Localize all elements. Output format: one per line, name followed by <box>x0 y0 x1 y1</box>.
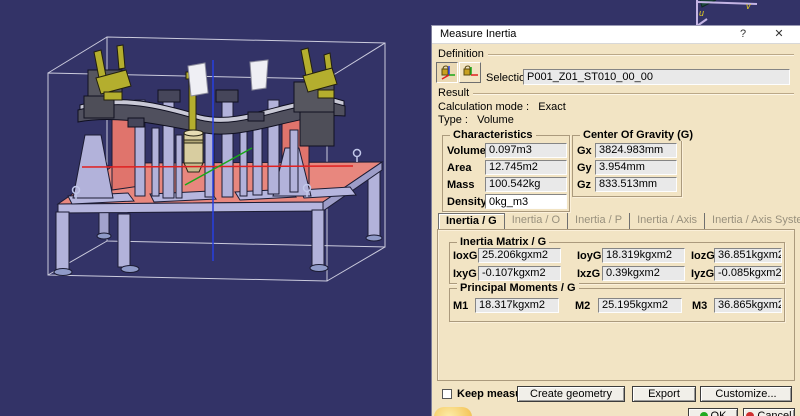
gy-field: 3.954mm <box>595 160 677 175</box>
inertia-g-mode-button[interactable] <box>436 62 458 83</box>
tab-inertia-o[interactable]: Inertia / O <box>505 213 569 229</box>
iozg-field: 36.851kgxm2 <box>714 248 782 263</box>
cancel-icon <box>746 412 755 416</box>
gz-field: 833.513mm <box>595 177 677 192</box>
ioyg-field: 18.319kgxm2 <box>602 248 685 263</box>
ioxg-label: IoxG <box>453 250 478 262</box>
m2-label: M2 <box>575 300 591 312</box>
close-button[interactable]: ✕ <box>768 27 790 42</box>
ioyg-label: IoyG <box>577 250 602 262</box>
help-button[interactable]: ? <box>732 27 754 42</box>
calculation-mode-label: Calculation mode : <box>438 101 530 113</box>
calculation-mode-value: Exact <box>538 101 566 113</box>
gx-label: Gx <box>577 145 592 157</box>
volume-field: 0.097m3 <box>485 143 567 158</box>
cancel-button[interactable]: Cancel <box>743 408 795 416</box>
create-geometry-button[interactable]: Create geometry <box>517 386 625 402</box>
selection-field[interactable]: P001_Z01_ST010_00_00 <box>523 69 790 85</box>
iyzg-label: IyzG <box>691 268 715 280</box>
tab-inertia-g[interactable]: Inertia / G <box>438 213 505 229</box>
gz-label: Gz <box>577 179 592 191</box>
calculation-mode-row: Calculation mode : Exact <box>438 101 566 113</box>
m2-field: 25.195kgxm2 <box>598 298 682 313</box>
type-row: Type : Volume <box>438 114 514 126</box>
inertia-axis-mode-button[interactable] <box>459 62 481 83</box>
density-input[interactable] <box>485 194 567 209</box>
compass-u-label: u <box>699 8 704 18</box>
principal-moments-group: Principal Moments / G M1 18.317kgxm2 M2 … <box>449 282 785 322</box>
ioxg-field: 25.206kgxm2 <box>478 248 561 263</box>
tab-inertia-axis[interactable]: Inertia / Axis <box>630 213 706 229</box>
dialog-titlebar[interactable]: Measure Inertia ? ✕ <box>432 26 800 44</box>
volume-label: Volume <box>447 145 486 157</box>
keep-measure-checkbox[interactable] <box>442 389 452 399</box>
tab-inertia-p[interactable]: Inertia / P <box>568 213 631 229</box>
m3-field: 36.865kgxm2 <box>714 298 782 313</box>
mass-field: 100.542kg <box>485 177 567 192</box>
export-button[interactable]: Export <box>632 386 696 402</box>
m1-label: M1 <box>453 300 469 312</box>
iozg-label: IozG <box>691 250 715 262</box>
gx-field: 3824.983mm <box>595 143 677 158</box>
inertia-matrix-group: Inertia Matrix / G IoxG 25.206kgxm2 IoyG… <box>449 236 785 284</box>
mass-label: Mass <box>447 179 475 191</box>
tab-inertia-axis-system[interactable]: Inertia / Axis System <box>705 213 800 229</box>
area-field: 12.745m2 <box>485 160 567 175</box>
ok-icon <box>699 412 708 416</box>
result-section-header: Result <box>438 87 794 99</box>
inertia-tabs: Inertia / G Inertia / O Inertia / P Iner… <box>438 213 800 229</box>
lock-axes-icon <box>441 65 455 80</box>
characteristics-group: Characteristics Volume 0.097m3 Area 12.7… <box>442 129 570 212</box>
type-label: Type : <box>438 114 468 126</box>
compass-v-label: v <box>746 1 751 11</box>
customize-button[interactable]: Customize... <box>700 386 792 402</box>
tooltip-fragment <box>434 407 472 416</box>
cylinder-part <box>183 129 204 173</box>
ixyg-label: IxyG <box>453 268 477 280</box>
density-label: Density <box>447 196 487 208</box>
lock-axis-icon <box>463 65 478 76</box>
type-value: Volume <box>477 114 514 126</box>
area-label: Area <box>447 162 472 174</box>
gy-label: Gy <box>577 162 592 174</box>
ixzg-field: 0.39kgxm2 <box>602 266 685 281</box>
m1-field: 18.317kgxm2 <box>475 298 559 313</box>
m3-label: M3 <box>692 300 708 312</box>
ixzg-label: IxzG <box>577 268 601 280</box>
dialog-title: Measure Inertia <box>440 28 517 40</box>
measure-inertia-dialog: Measure Inertia ? ✕ Definition Selection… <box>431 25 800 416</box>
definition-section-header: Definition <box>438 48 794 60</box>
catia-screen: u v Measure Inertia ? ✕ Definition Selec… <box>0 0 800 416</box>
compass[interactable]: u v <box>696 0 758 27</box>
center-of-gravity-group: Center Of Gravity (G) Gx 3824.983mm Gy 3… <box>572 129 697 197</box>
inertia-tab-panel: Inertia Matrix / G IoxG 25.206kgxm2 IoyG… <box>437 229 795 381</box>
ixyg-field: -0.107kgxm2 <box>478 266 561 281</box>
iyzg-field: -0.085kgxm2 <box>714 266 782 281</box>
ok-button[interactable]: OK <box>688 408 738 416</box>
